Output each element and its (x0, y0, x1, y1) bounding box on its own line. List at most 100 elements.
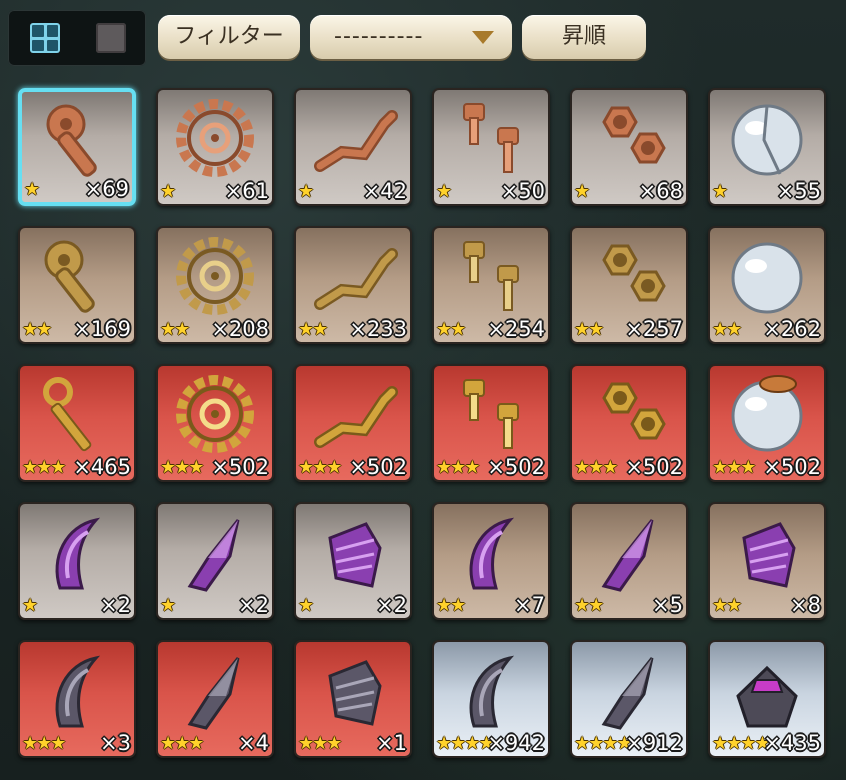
great-claw-icon (444, 646, 538, 730)
item-tile[interactable]: ★★ ×5 (570, 502, 688, 620)
item-quantity: ×68 (638, 179, 683, 203)
brass-wrench-icon (30, 232, 124, 316)
item-tile[interactable]: ★★★ ×4 (156, 640, 274, 758)
item-quantity: ×5 (652, 593, 683, 617)
item-tile[interactable]: ★★★ ×502 (570, 364, 688, 482)
view-toggle (8, 10, 146, 66)
item-tile[interactable]: ★ ×50 (432, 88, 550, 206)
item-tile[interactable]: ★★★ ×465 (18, 364, 136, 482)
purple-crystal-shard-icon (168, 508, 262, 592)
item-quantity: ×502 (211, 455, 269, 479)
item-tile[interactable]: ★★ ×257 (570, 226, 688, 344)
item-tile[interactable]: ★★ ×7 (432, 502, 550, 620)
item-tile[interactable]: ★★★ ×3 (18, 640, 136, 758)
item-tile[interactable]: ★★★★ ×912 (570, 640, 688, 758)
sort-order-button[interactable]: 昇順 (522, 15, 646, 59)
item-tile[interactable]: ★ ×42 (294, 88, 412, 206)
item-tile[interactable]: ★★★ ×502 (156, 364, 274, 482)
item-tile[interactable]: ★ ×2 (18, 502, 136, 620)
rarity-stars: ★★★ (22, 457, 66, 478)
item-tile[interactable]: ★★ ×233 (294, 226, 412, 344)
item-tile[interactable]: ★★ ×8 (708, 502, 826, 620)
rarity-stars: ★★★ (22, 733, 66, 754)
copper-wrench-icon (32, 96, 126, 180)
filter-button[interactable]: フィルター (158, 15, 300, 59)
item-quantity: ×69 (84, 177, 129, 201)
rarity-stars: ★★★★ (574, 733, 633, 754)
item-tile[interactable]: ★ ×55 (708, 88, 826, 206)
grid-view-icon[interactable] (30, 23, 60, 53)
item-quantity: ×2 (376, 593, 407, 617)
item-tile[interactable]: ★★★ ×502 (432, 364, 550, 482)
rarity-stars: ★ (436, 181, 452, 202)
item-quantity: ×502 (625, 455, 683, 479)
purple-claw-icon (444, 508, 538, 592)
item-tile[interactable]: ★ ×2 (294, 502, 412, 620)
rarity-stars: ★ (160, 595, 176, 616)
rarity-stars: ★★ (574, 595, 604, 616)
rarity-stars: ★ (24, 179, 40, 200)
golden-bolt-icon (444, 370, 538, 454)
category-dropdown[interactable]: ---------- (310, 15, 512, 59)
item-quantity: ×1 (376, 731, 407, 755)
item-quantity: ×435 (763, 731, 821, 755)
item-tile[interactable]: ★★ ×254 (432, 226, 550, 344)
item-tile[interactable]: ★★★★ ×942 (432, 640, 550, 758)
item-quantity: ×208 (211, 317, 269, 341)
item-tile[interactable]: ★ ×69 (18, 88, 136, 206)
item-tile[interactable]: ★★★ ×1 (294, 640, 412, 758)
rarity-stars: ★ (298, 181, 314, 202)
item-quantity: ×61 (224, 179, 269, 203)
rarity-stars: ★ (160, 181, 176, 202)
rarity-stars: ★★★★ (436, 733, 495, 754)
rarity-stars: ★★ (160, 319, 190, 340)
copper-pipe-icon (306, 94, 400, 178)
item-tile[interactable]: ★ ×61 (156, 88, 274, 206)
copper-bolts-icon (444, 94, 538, 178)
rarity-stars: ★ (22, 595, 38, 616)
item-quantity: ×42 (362, 179, 407, 203)
item-tile[interactable]: ★★★ ×502 (294, 364, 412, 482)
item-quantity: ×257 (625, 317, 683, 341)
brass-gear-icon (168, 232, 262, 316)
item-quantity: ×465 (73, 455, 131, 479)
item-tile[interactable]: ★★ ×169 (18, 226, 136, 344)
rarity-stars: ★★★ (298, 733, 342, 754)
purple-scale-shard-icon (306, 508, 400, 592)
item-quantity: ×2 (238, 593, 269, 617)
single-view-icon[interactable] (96, 23, 126, 53)
item-quantity: ×3 (100, 731, 131, 755)
item-quantity: ×502 (349, 455, 407, 479)
rarity-stars: ★★★ (712, 457, 756, 478)
item-quantity: ×7 (514, 593, 545, 617)
rarity-stars: ★★★ (298, 457, 342, 478)
golden-key-icon (30, 370, 124, 454)
rarity-stars: ★ (298, 595, 314, 616)
rarity-stars: ★★★★ (712, 733, 771, 754)
item-tile[interactable]: ★★ ×208 (156, 226, 274, 344)
brass-pipe-icon (306, 232, 400, 316)
item-tile[interactable]: ★★★ ×502 (708, 364, 826, 482)
item-quantity: ×55 (776, 179, 821, 203)
item-quantity: ×912 (625, 731, 683, 755)
chevron-down-icon (472, 31, 494, 44)
rarity-stars: ★★ (298, 319, 328, 340)
rarity-stars: ★★★ (574, 457, 618, 478)
brass-bolts-icon (444, 232, 538, 316)
copper-gear-icon (168, 94, 262, 178)
rarity-stars: ★★★ (160, 733, 204, 754)
item-grid: ★ ×69 ★ ×61 ★ ×42 ★ ×50 ★ ×68 ★ ×55 ★★ ×169 ★★ ×… (18, 88, 826, 758)
golden-clamp-nut-icon (582, 370, 676, 454)
item-tile[interactable]: ★ ×2 (156, 502, 274, 620)
dark-crystal-icon (168, 646, 262, 730)
item-tile[interactable]: ★ ×68 (570, 88, 688, 206)
item-tile[interactable]: ★★★★ ×435 (708, 640, 826, 758)
item-quantity: ×2 (100, 593, 131, 617)
broken-glass-sphere-icon (720, 94, 814, 178)
item-tile[interactable]: ★★ ×262 (708, 226, 826, 344)
rarity-stars: ★★★ (160, 457, 204, 478)
capped-glass-sphere-icon (720, 370, 814, 454)
rarity-stars: ★★ (712, 319, 742, 340)
rarity-stars: ★★ (712, 595, 742, 616)
item-quantity: ×502 (487, 455, 545, 479)
